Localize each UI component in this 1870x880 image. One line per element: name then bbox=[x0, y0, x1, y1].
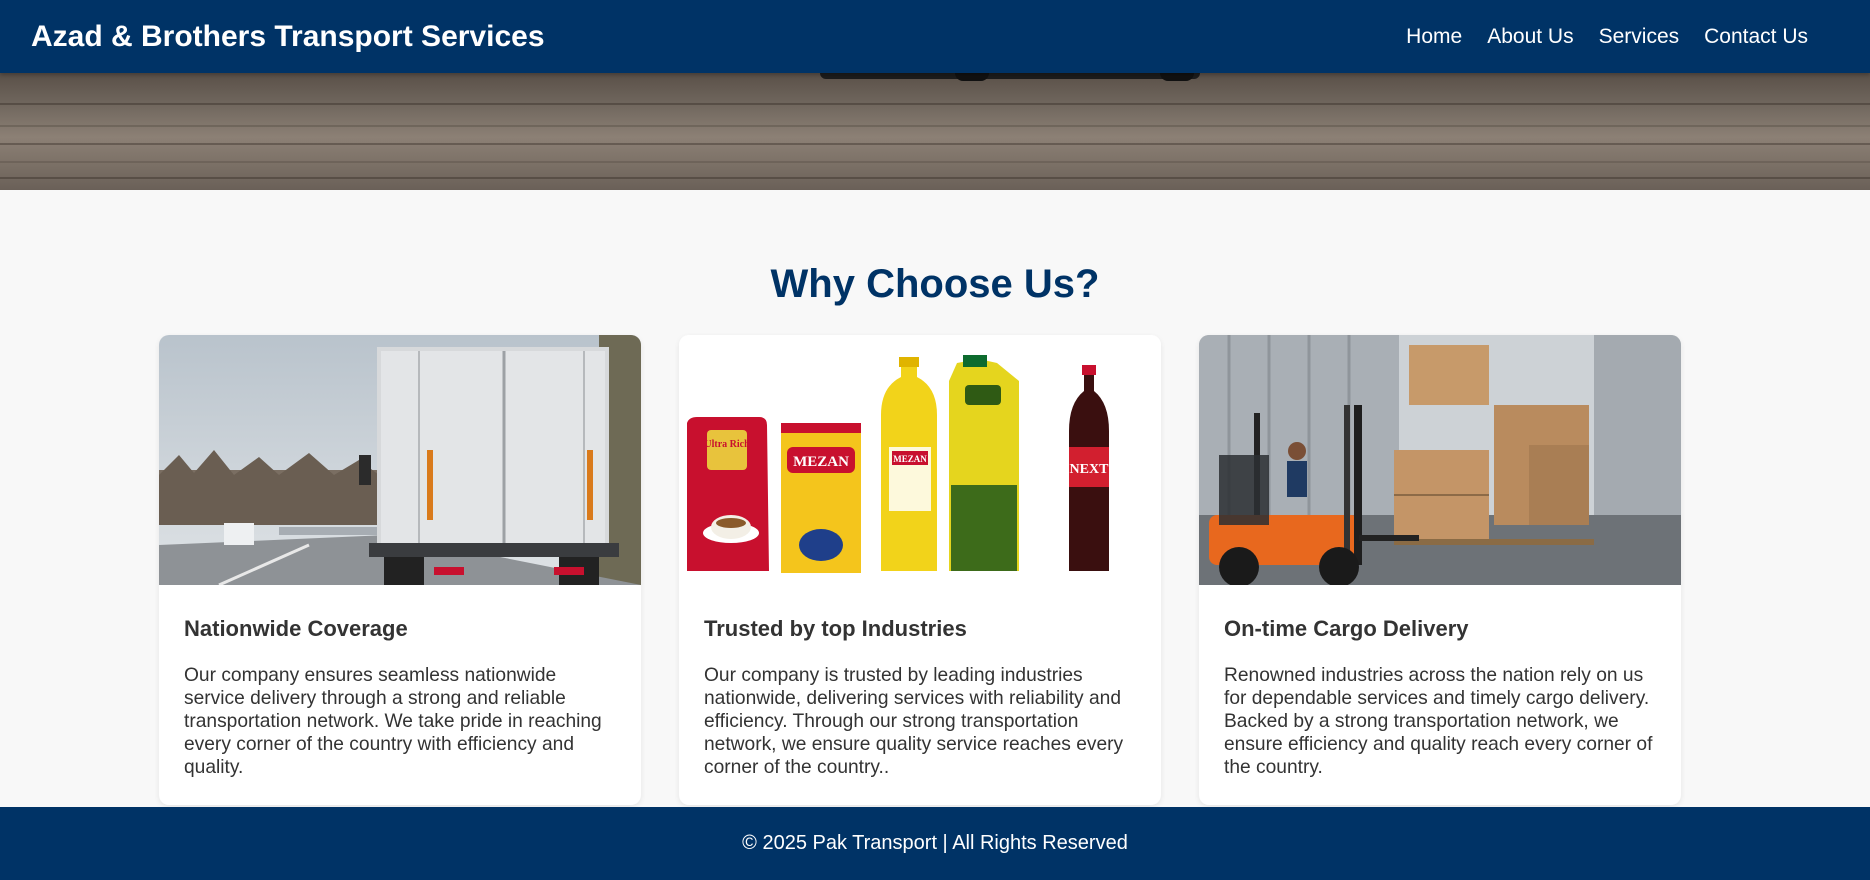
nav-services[interactable]: Services bbox=[1599, 25, 1680, 49]
nav-contact-us[interactable]: Contact Us bbox=[1704, 25, 1808, 49]
main-nav: Home About Us Services Contact Us bbox=[1406, 25, 1808, 49]
card-text: Renowned industries across the nation re… bbox=[1224, 665, 1653, 778]
hero-image bbox=[0, 73, 1870, 190]
product-label: MEZAN bbox=[793, 454, 849, 470]
product-label: MEZAN bbox=[893, 454, 927, 464]
feature-card-cargo: On-time Cargo Delivery Renowned industri… bbox=[1199, 335, 1681, 805]
site-brand[interactable]: Azad & Brothers Transport Services bbox=[31, 20, 545, 54]
forklift-image bbox=[1199, 335, 1681, 585]
hero-truck-shadow bbox=[820, 73, 1200, 79]
nav-about-us[interactable]: About Us bbox=[1487, 25, 1573, 49]
site-footer: © 2025 Pak Transport | All Rights Reserv… bbox=[0, 807, 1870, 880]
site-header: Azad & Brothers Transport Services Home … bbox=[0, 0, 1870, 73]
feature-card-nationwide: Nationwide Coverage Our company ensures … bbox=[159, 335, 641, 805]
truck-highway-image bbox=[159, 335, 641, 585]
card-title: On-time Cargo Delivery bbox=[1224, 616, 1469, 641]
hero-truck-wheel bbox=[955, 73, 989, 81]
section-title: Why Choose Us? bbox=[770, 262, 1100, 306]
products-image: Ultra Rich MEZAN MEZAN NEXT bbox=[679, 335, 1161, 585]
hero-truck-wheel bbox=[1160, 73, 1194, 81]
card-title: Nationwide Coverage bbox=[184, 616, 408, 641]
card-title: Trusted by top Industries bbox=[704, 616, 967, 641]
nav-home[interactable]: Home bbox=[1406, 25, 1462, 49]
feature-cards: Nationwide Coverage Our company ensures … bbox=[159, 335, 1681, 805]
product-label: Ultra Rich bbox=[704, 439, 750, 450]
card-text: Our company ensures seamless nationwide … bbox=[184, 665, 602, 778]
feature-card-industries: Ultra Rich MEZAN MEZAN NEXT Trusted by t… bbox=[679, 335, 1161, 805]
product-label: NEXT bbox=[1070, 462, 1110, 477]
card-text: Our company is trusted by leading indust… bbox=[704, 665, 1124, 778]
footer-copyright: © 2025 Pak Transport | All Rights Reserv… bbox=[742, 832, 1128, 854]
